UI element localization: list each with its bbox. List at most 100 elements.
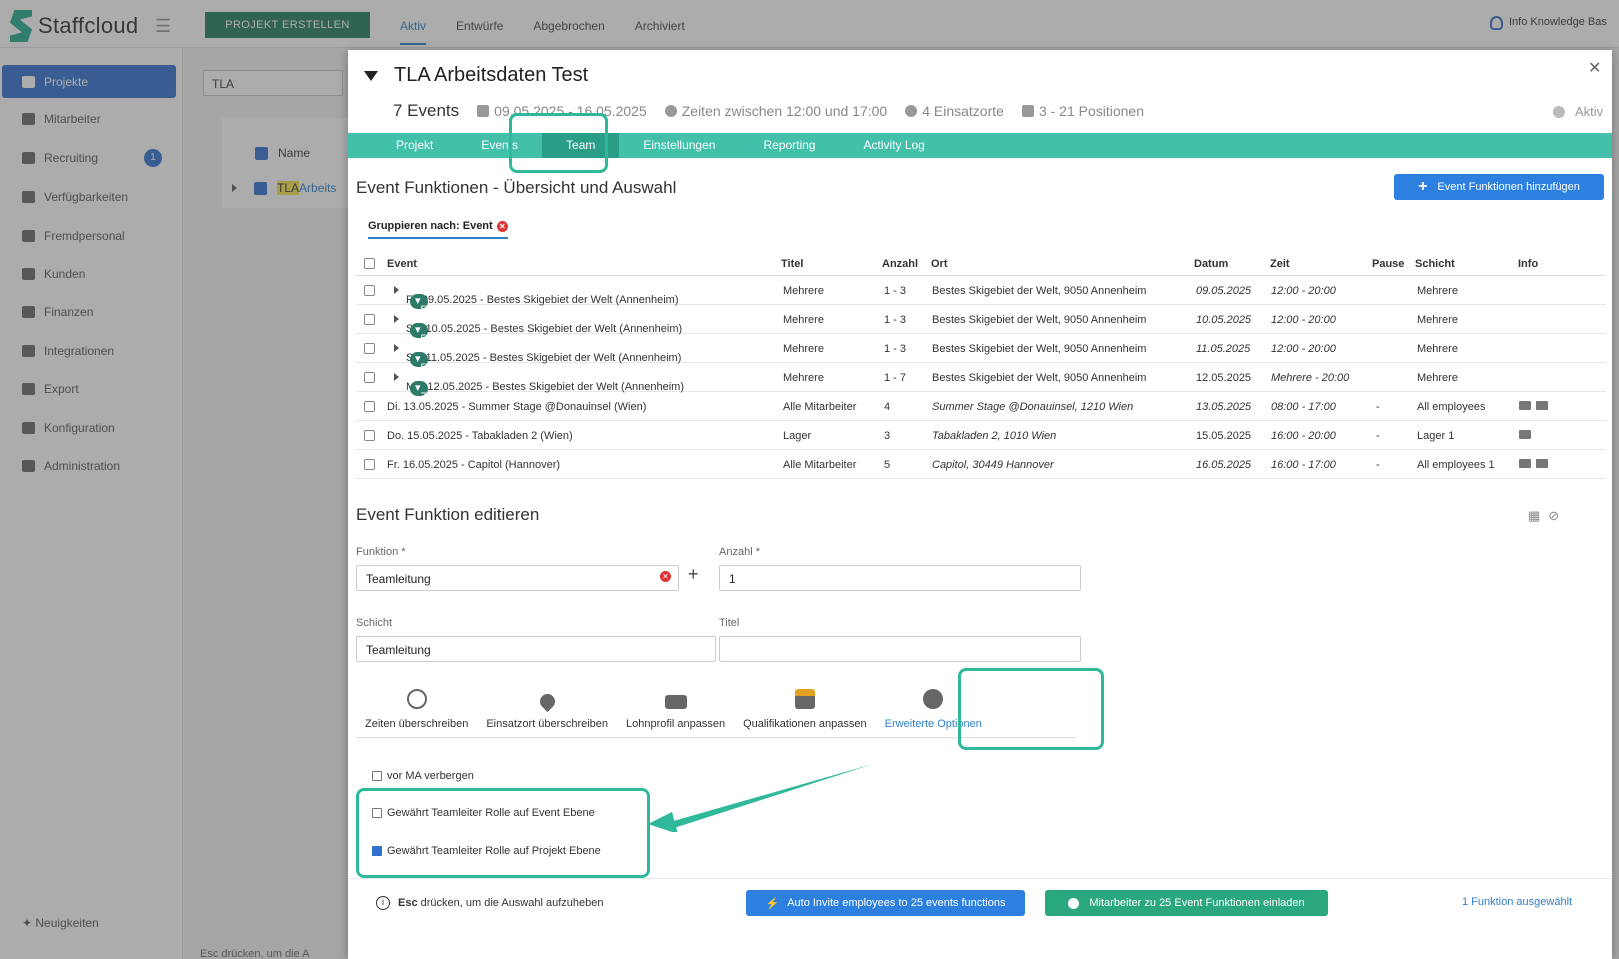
map-pin-icon	[536, 690, 558, 713]
schicht-label: Schicht	[356, 617, 393, 629]
col-schicht[interactable]: Schicht	[1415, 258, 1455, 270]
zeit-cell: 12:00 - 20:00	[1271, 343, 1336, 355]
edit-section-tools: ▦ ⊘	[1528, 508, 1559, 524]
option-einsatzort-ueberschreiben[interactable]: Einsatzort überschreiben	[477, 680, 617, 730]
col-titel[interactable]: Titel	[781, 258, 803, 270]
col-datum[interactable]: Datum	[1194, 258, 1228, 270]
row-checkbox[interactable]	[364, 372, 375, 383]
event-functions-table: Event Titel Anzahl Ort Datum Zeit Pause …	[356, 252, 1606, 479]
users-icon[interactable]	[1519, 430, 1531, 439]
event-cell: Mo. 12.05.2025 - Bestes Skigebiet der We…	[394, 372, 684, 403]
tab-projekt[interactable]: Projekt	[372, 133, 457, 158]
check-circle-icon	[1068, 897, 1080, 909]
anzahl-cell: 1 - 7	[884, 372, 907, 384]
col-ort[interactable]: Ort	[931, 258, 948, 270]
selected-count[interactable]: 1 Funktion ausgewählt	[1462, 896, 1572, 908]
table-row[interactable]: Fr. 09.05.2025 - Bestes Skigebiet der We…	[356, 276, 1606, 316]
pause-cell: -	[1376, 459, 1380, 471]
ort-cell: Bestes Skigebiet der Welt, 9050 Annenhei…	[932, 343, 1147, 355]
select-all-checkbox[interactable]	[364, 258, 375, 269]
zeit-cell: 16:00 - 17:00	[1271, 459, 1336, 471]
datum-cell: 13.05.2025	[1196, 401, 1252, 413]
tab-reporting[interactable]: Reporting	[739, 133, 839, 158]
add-funktion-icon[interactable]: +	[688, 564, 699, 585]
option-qualifikationen-anpassen[interactable]: Qualifikationen anpassen	[734, 680, 876, 730]
col-zeit[interactable]: Zeit	[1270, 258, 1290, 270]
col-pause[interactable]: Pause	[1372, 258, 1404, 270]
ort-cell: Capitol, 30449 Hannover	[932, 459, 1054, 471]
filter-icon[interactable]	[364, 70, 378, 81]
id-card-icon[interactable]	[1519, 459, 1531, 468]
datum-cell: 15.05.2025	[1196, 430, 1252, 442]
anzahl-input[interactable]: 1	[719, 565, 1081, 591]
option-zeiten-ueberschreiben[interactable]: Zeiten überschreiben	[356, 680, 477, 730]
invite-employees-button[interactable]: Mitarbeiter zu 25 Event Funktionen einla…	[1045, 890, 1328, 916]
row-checkbox[interactable]	[364, 285, 375, 296]
titel-input[interactable]	[719, 636, 1081, 662]
check-circle-icon	[1553, 105, 1565, 118]
zeit-cell: Mehrere - 20:00	[1271, 372, 1350, 384]
close-icon[interactable]: ✕	[1588, 58, 1601, 78]
auto-invite-button[interactable]: ⚡ Auto Invite employees to 25 events func…	[746, 890, 1025, 916]
tab-einstellungen[interactable]: Einstellungen	[619, 133, 739, 158]
row-checkbox[interactable]	[364, 401, 375, 412]
table-row[interactable]: Fr. 16.05.2025 - Capitol (Hannover) Alle…	[356, 450, 1606, 479]
schicht-cell: All employees	[1417, 401, 1486, 413]
section-title-overview: Event Funktionen - Übersicht und Auswahl	[356, 178, 677, 197]
clock-icon	[406, 689, 427, 709]
checkbox-vor-ma-verbergen[interactable]: vor MA verbergen	[372, 770, 474, 782]
anzahl-cell: 5	[884, 459, 891, 471]
table-row[interactable]: Sa. 10.05.2025 - Bestes Skigebiet der We…	[356, 305, 1606, 345]
group-by-chip[interactable]: Gruppieren nach: Event ✕	[368, 220, 508, 239]
event-cell: So. 11.05.2025 - Bestes Skigebiet der We…	[394, 343, 681, 374]
col-anzahl[interactable]: Anzahl	[882, 258, 918, 270]
table-row[interactable]: Di. 13.05.2025 - Summer Stage @Donauinse…	[356, 392, 1606, 421]
id-card-icon[interactable]	[1519, 401, 1531, 410]
expand-icon[interactable]	[394, 315, 399, 323]
zeit-cell: 16:00 - 20:00	[1271, 430, 1336, 442]
remove-group-icon[interactable]: ✕	[496, 220, 508, 232]
time-range: Zeiten zwischen 12:00 und 17:00	[664, 103, 887, 119]
row-checkbox[interactable]	[364, 430, 375, 441]
users-icon[interactable]	[1536, 401, 1548, 410]
row-checkbox[interactable]	[364, 459, 375, 470]
add-event-functions-button[interactable]: + Event Funktionen hinzufügen	[1394, 174, 1604, 200]
anzahl-cell: 4	[884, 401, 891, 413]
users-icon	[1021, 105, 1034, 117]
expand-icon[interactable]	[394, 286, 399, 294]
anzahl-cell: 1 - 3	[884, 314, 907, 326]
row-checkbox[interactable]	[364, 314, 375, 325]
expand-icon[interactable]	[394, 373, 399, 381]
schicht-cell: Mehrere	[1417, 285, 1458, 297]
datum-cell: 11.05.2025	[1196, 343, 1251, 355]
col-info[interactable]: Info	[1518, 258, 1538, 270]
status-badge: Aktiv	[1553, 104, 1603, 119]
option-lohnprofil-anpassen[interactable]: Lohnprofil anpassen	[617, 680, 734, 730]
titel-cell: Mehrere	[783, 343, 824, 355]
col-event[interactable]: Event	[387, 258, 417, 270]
ort-cell: Tabakladen 2, 1010 Wien	[932, 430, 1057, 442]
table-row[interactable]: Mo. 12.05.2025 - Bestes Skigebiet der We…	[356, 363, 1606, 403]
users-icon[interactable]	[1536, 459, 1548, 468]
row-checkbox[interactable]	[364, 343, 375, 354]
table-row[interactable]: So. 11.05.2025 - Bestes Skigebiet der We…	[356, 334, 1606, 374]
cogs-icon	[923, 689, 944, 709]
project-modal: ✕ TLA Arbeitsdaten Test 7 Events 09.05.2…	[348, 50, 1612, 959]
funktion-select[interactable]: Teamleitung	[356, 565, 679, 591]
event-cell: Di. 13.05.2025 - Summer Stage @Donauinse…	[387, 401, 647, 413]
unlink-icon[interactable]: ⊘	[1548, 508, 1559, 524]
ort-cell: Bestes Skigebiet der Welt, 9050 Annenhei…	[932, 285, 1147, 297]
grid-icon[interactable]: ▦	[1528, 508, 1540, 524]
clear-funktion-icon[interactable]: ✕	[660, 571, 671, 582]
plus-icon: +	[1418, 178, 1428, 195]
schicht-input[interactable]: Teamleitung	[356, 636, 716, 662]
table-row[interactable]: Do. 15.05.2025 - Tabakladen 2 (Wien) Lag…	[356, 421, 1606, 450]
ort-cell: Bestes Skigebiet der Welt, 9050 Annenhei…	[932, 372, 1147, 384]
info-icon: i	[376, 896, 390, 910]
tab-activity-log[interactable]: Activity Log	[839, 133, 948, 158]
zeit-cell: 12:00 - 20:00	[1271, 285, 1336, 297]
expand-icon[interactable]	[394, 344, 399, 352]
anzahl-cell: 3	[884, 430, 891, 442]
checkbox[interactable]	[372, 771, 382, 781]
datum-cell: 10.05.2025	[1196, 314, 1252, 326]
